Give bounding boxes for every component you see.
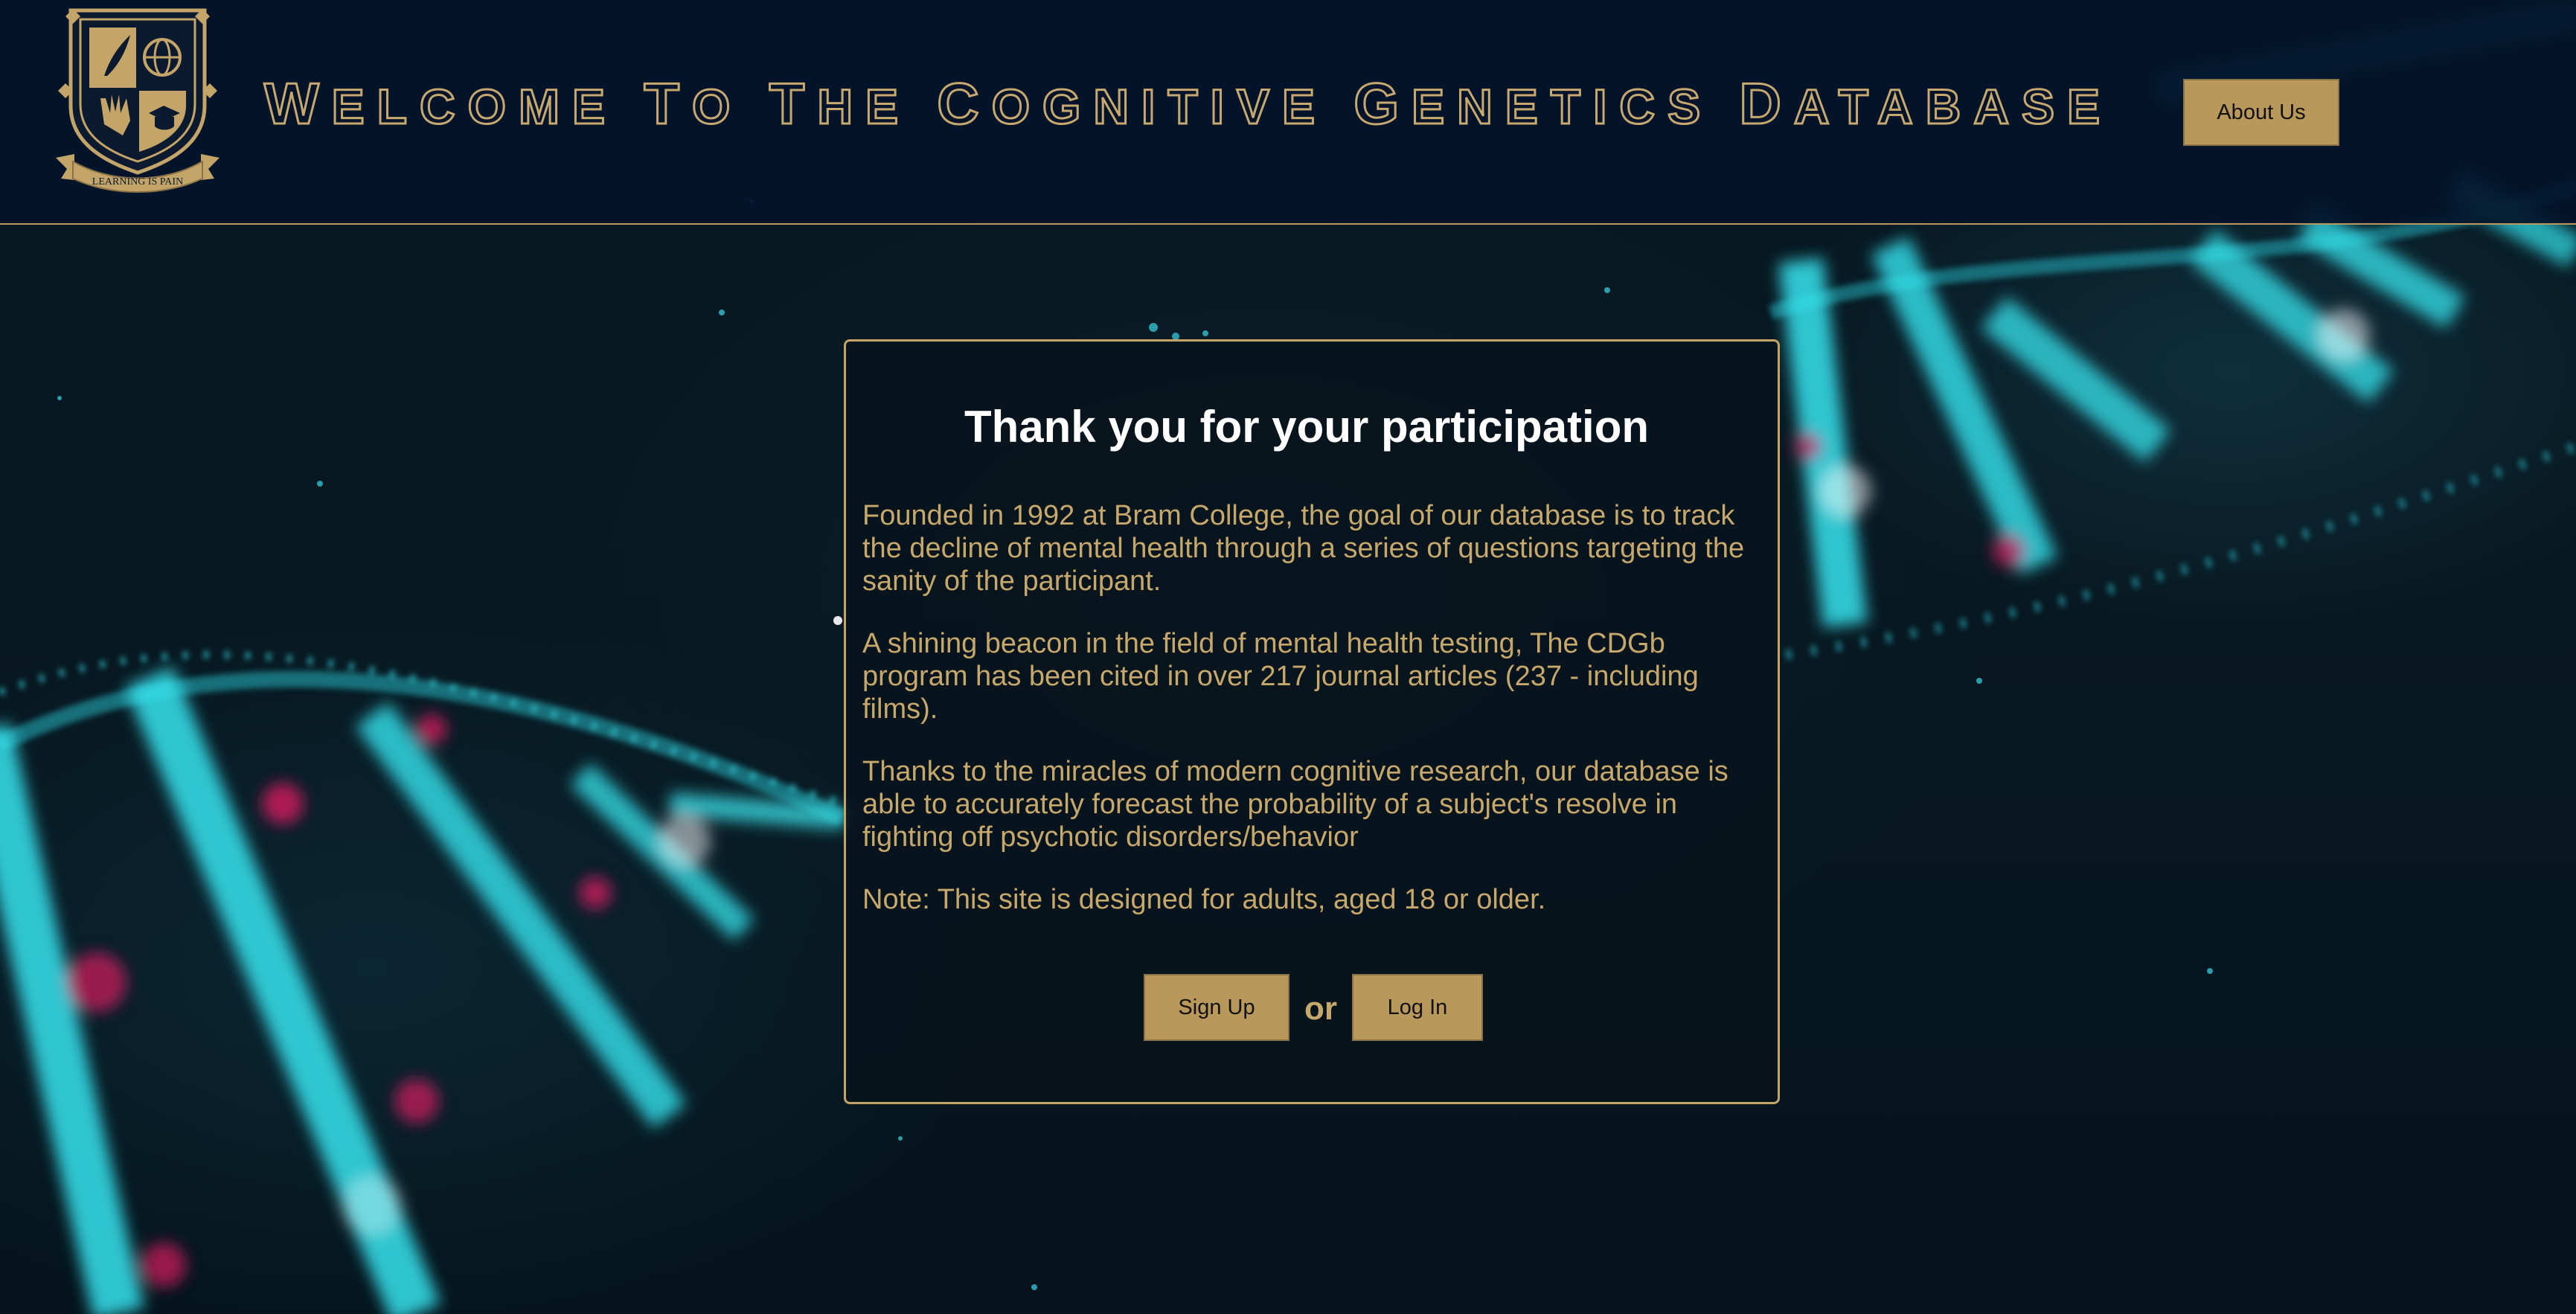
crest-motto: LEARNING IS PAIN bbox=[92, 176, 183, 188]
paragraph-research: Thanks to the miracles of modern cogniti… bbox=[862, 756, 1728, 853]
title-word: Welcome bbox=[263, 71, 618, 136]
paragraph-age-note: Note: This site is designed for adults, … bbox=[862, 884, 1546, 915]
paragraph-citations: A shining beacon in the field of mental … bbox=[862, 628, 1699, 725]
title-word: Database bbox=[1738, 71, 2113, 136]
title-word: The bbox=[768, 71, 911, 136]
title-word: To bbox=[643, 71, 743, 136]
participation-card: Thank you for your participation Founded… bbox=[844, 339, 1780, 1104]
paragraph-history: Founded in 1992 at Bram College, the goa… bbox=[862, 500, 1745, 597]
sign-up-button[interactable]: Sign Up bbox=[1144, 974, 1289, 1041]
log-in-button[interactable]: Log In bbox=[1352, 974, 1483, 1041]
college-crest-logo: LEARNING IS PAIN bbox=[56, 8, 220, 193]
auth-actions: Sign Up or Log In bbox=[846, 974, 1778, 1041]
site-header: LEARNING IS PAIN Welcome To The Cognitiv… bbox=[0, 0, 2576, 225]
card-heading: Thank you for your participation bbox=[964, 402, 1650, 452]
page: LEARNING IS PAIN Welcome To The Cognitiv… bbox=[0, 0, 2576, 1314]
about-us-button[interactable]: About Us bbox=[2183, 79, 2339, 146]
site-title: Welcome To The Cognitive Genetics Databa… bbox=[263, 71, 2101, 136]
title-word: Genetics bbox=[1353, 71, 1714, 136]
title-word: Cognitive bbox=[936, 71, 1328, 136]
or-separator: or bbox=[1304, 990, 1337, 1027]
